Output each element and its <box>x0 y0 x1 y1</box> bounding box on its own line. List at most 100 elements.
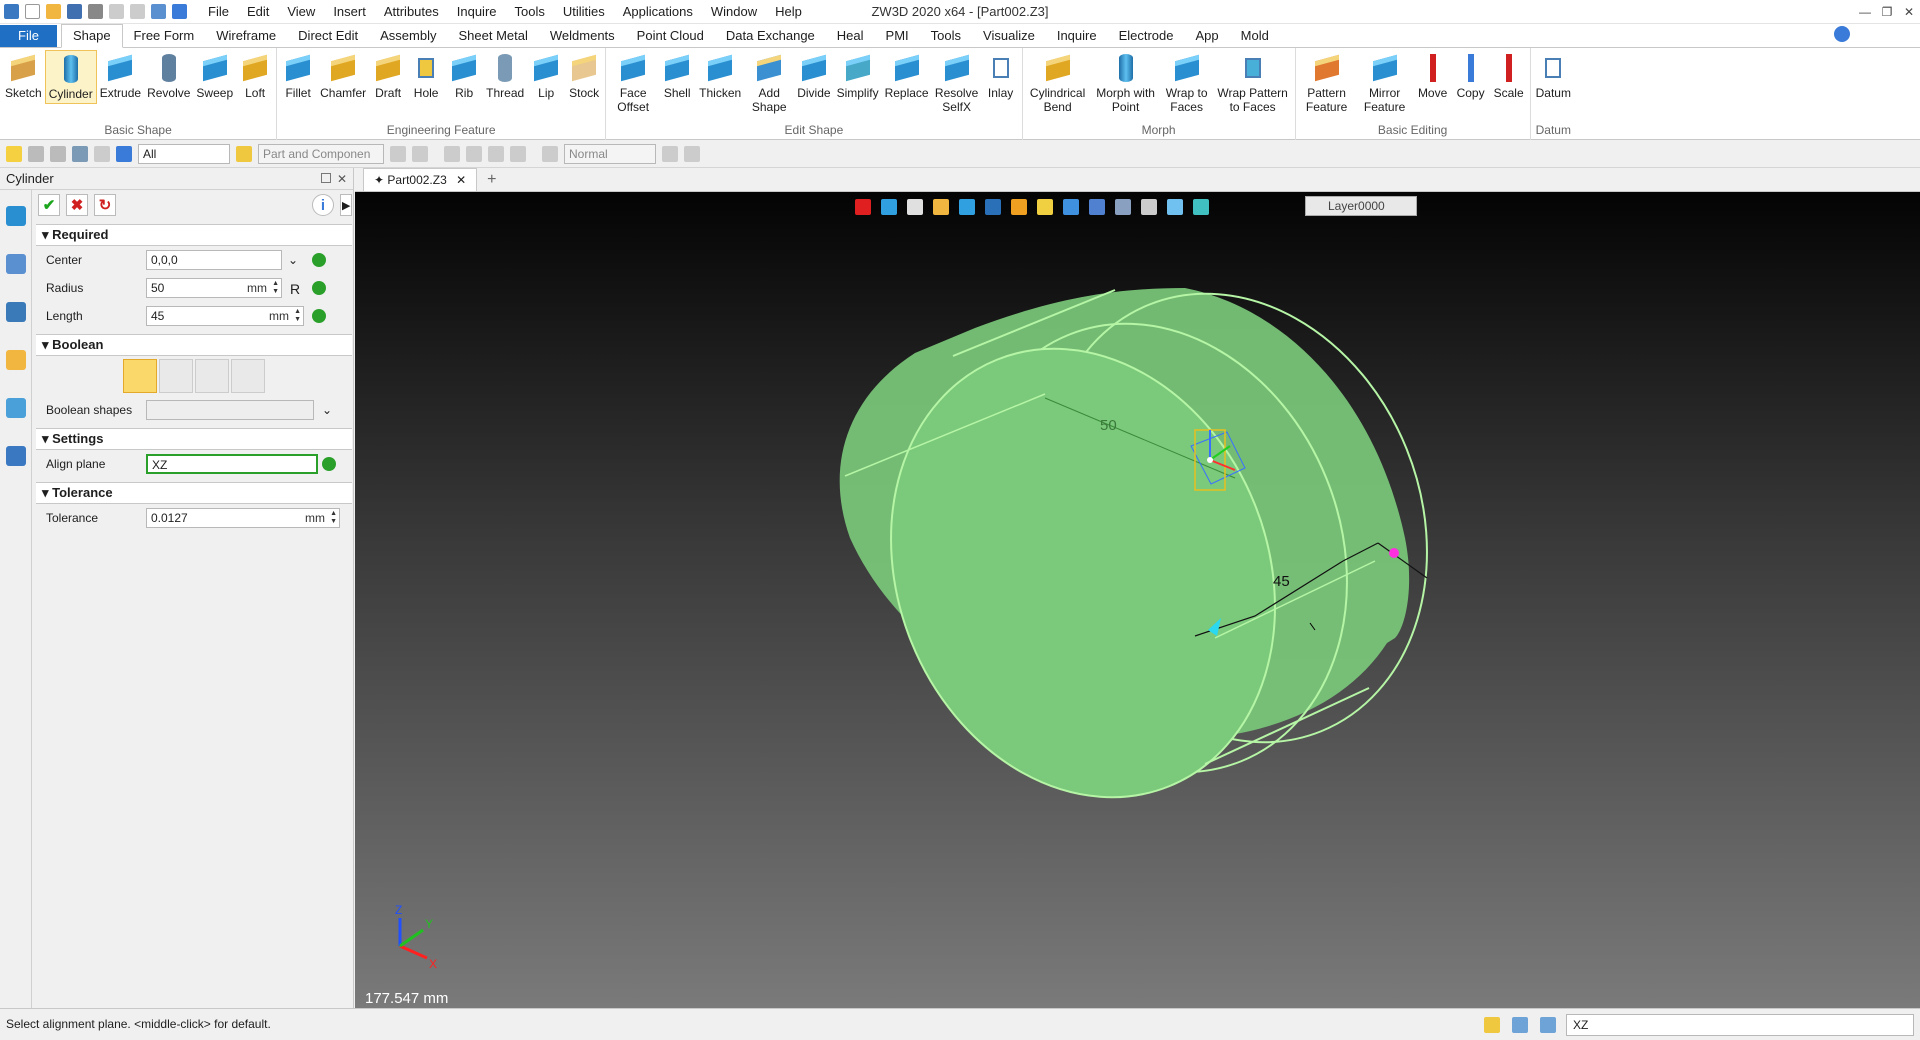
filter-select[interactable]: All <box>138 143 230 164</box>
info-icon[interactable]: i <box>312 194 334 216</box>
inlay-button[interactable]: Inlay <box>982 50 1020 102</box>
render-icon[interactable] <box>1011 199 1027 215</box>
add-icon[interactable] <box>28 145 44 162</box>
tab-direct-edit[interactable]: Direct Edit <box>287 25 369 47</box>
filter-icon[interactable] <box>116 145 132 162</box>
pick-radius-icon[interactable] <box>312 281 326 295</box>
pen-icon[interactable] <box>907 199 923 215</box>
length-handle[interactable] <box>1389 548 1399 558</box>
tab-part002[interactable]: ✦ Part002.Z3 ✕ <box>363 168 478 191</box>
display-icon[interactable] <box>1037 199 1053 215</box>
radius-toggle[interactable]: R <box>290 281 304 297</box>
replace-button[interactable]: Replace <box>882 50 932 102</box>
snap-icon[interactable] <box>390 145 406 162</box>
tolerance-input[interactable]: 0.0127 mm ▲ ▼ <box>146 508 340 528</box>
user-icon[interactable] <box>6 446 26 466</box>
rib-button[interactable]: Rib <box>445 50 483 102</box>
cursor-icon[interactable] <box>662 145 678 162</box>
cancel-x-icon[interactable]: ✖ <box>66 194 88 216</box>
tab-inquire[interactable]: Inquire <box>1046 25 1108 47</box>
chamfer-button[interactable]: Chamfer <box>317 50 369 102</box>
remove-icon[interactable] <box>50 145 66 162</box>
minimize-icon[interactable]: — <box>1854 5 1876 19</box>
settings-icon[interactable] <box>684 145 700 162</box>
command-input[interactable]: XZ <box>1566 1014 1914 1036</box>
tab-app[interactable]: App <box>1185 25 1230 47</box>
shaded-icon[interactable] <box>933 199 949 215</box>
background-icon[interactable] <box>1167 199 1183 215</box>
history-tree-icon[interactable] <box>6 254 26 274</box>
view-cube-icon[interactable] <box>959 199 975 215</box>
pin-icon[interactable] <box>510 145 526 162</box>
tab-assembly[interactable]: Assembly <box>369 25 447 47</box>
menu-attributes[interactable]: Attributes <box>375 0 448 24</box>
sweep-button[interactable]: Sweep <box>193 50 236 102</box>
pick-filter-icon[interactable] <box>881 199 897 215</box>
library-icon[interactable] <box>6 350 26 370</box>
base-boolean-icon[interactable] <box>123 359 157 393</box>
boolean-shapes-input[interactable] <box>146 400 314 420</box>
tab-shape[interactable]: Shape <box>60 24 123 48</box>
loft-button[interactable]: Loft <box>236 50 274 102</box>
shell-button[interactable]: Shell <box>658 50 696 102</box>
3d-viewport[interactable]: 50 45 Z X Y <box>355 168 1920 1008</box>
radius-input[interactable]: 50 mm ▲ ▼ <box>146 278 282 298</box>
undo-icon[interactable] <box>109 4 124 19</box>
print-icon[interactable] <box>88 4 103 19</box>
align-center-icon[interactable] <box>466 145 482 162</box>
menu-tools[interactable]: Tools <box>506 0 554 24</box>
standard-view-icon[interactable] <box>985 199 1001 215</box>
pick-icon[interactable] <box>6 145 22 162</box>
apply-icon[interactable]: ↻ <box>94 194 116 216</box>
wrap-pattern-to-faces-button[interactable]: Wrap Pattern to Faces <box>1213 50 1293 116</box>
monitor-icon[interactable] <box>1115 199 1131 215</box>
tab-pmi[interactable]: PMI <box>875 25 920 47</box>
layout-icon[interactable] <box>1484 1017 1500 1033</box>
menu-view[interactable]: View <box>278 0 324 24</box>
layer-select[interactable]: Layer0000 <box>1305 196 1417 216</box>
pattern-feature-button[interactable]: Pattern Feature <box>1298 50 1356 116</box>
spinner-icon[interactable]: ▲ ▼ <box>294 308 301 324</box>
resolve-selfx-button[interactable]: Resolve SelfX <box>932 50 982 116</box>
close-icon[interactable]: ✕ <box>1898 5 1920 19</box>
extrude-button[interactable]: Extrude <box>97 50 144 102</box>
screen-icon[interactable] <box>1512 1017 1528 1033</box>
pick-length-icon[interactable] <box>312 309 326 323</box>
measure-icon[interactable] <box>1089 199 1105 215</box>
section-settings[interactable]: ▾ Settings <box>36 428 352 450</box>
help-icon[interactable] <box>1834 26 1850 42</box>
part-filter-icon[interactable] <box>236 145 252 162</box>
tab-data-exchange[interactable]: Data Exchange <box>715 25 826 47</box>
close-tab-icon[interactable]: ✕ <box>456 173 466 187</box>
pick-plane-icon[interactable] <box>322 457 336 471</box>
face-offset-button[interactable]: Face Offset <box>608 50 658 116</box>
menu-applications[interactable]: Applications <box>614 0 702 24</box>
new-file-icon[interactable] <box>25 4 40 19</box>
sketch-button[interactable]: Sketch <box>2 50 45 102</box>
draft-button[interactable]: Draft <box>369 50 407 102</box>
save-icon[interactable] <box>67 4 82 19</box>
stock-button[interactable]: Stock <box>565 50 603 102</box>
visual-icon[interactable] <box>6 398 26 418</box>
lasso-icon[interactable] <box>94 145 110 162</box>
datum-button[interactable]: Datum <box>1533 50 1574 102</box>
spinner-icon[interactable]: ▲ ▼ <box>330 510 337 526</box>
refresh-icon[interactable] <box>151 4 166 19</box>
frame-icon[interactable] <box>1141 199 1157 215</box>
thicken-button[interactable]: Thicken <box>696 50 744 102</box>
new-tab-icon[interactable]: + <box>487 169 496 191</box>
section-tolerance[interactable]: ▾ Tolerance <box>36 482 352 504</box>
radius-dimension-label[interactable]: 50 <box>1100 417 1117 434</box>
section-required[interactable]: ▾ Required <box>36 224 352 246</box>
tab-electrode[interactable]: Electrode <box>1108 25 1185 47</box>
tab-visualize[interactable]: Visualize <box>972 25 1046 47</box>
length-dimension-label[interactable]: 45 <box>1273 573 1290 590</box>
box-select-icon[interactable] <box>72 145 88 162</box>
tab-sheet-metal[interactable]: Sheet Metal <box>448 25 539 47</box>
tab-weldments[interactable]: Weldments <box>539 25 626 47</box>
back-arrow-icon[interactable] <box>172 4 187 19</box>
close-panel-icon[interactable]: ✕ <box>337 168 347 190</box>
gear-icon[interactable] <box>412 145 428 162</box>
feature-icon[interactable] <box>6 206 26 226</box>
cylindrical-bend-button[interactable]: Cylindrical Bend <box>1025 50 1091 116</box>
